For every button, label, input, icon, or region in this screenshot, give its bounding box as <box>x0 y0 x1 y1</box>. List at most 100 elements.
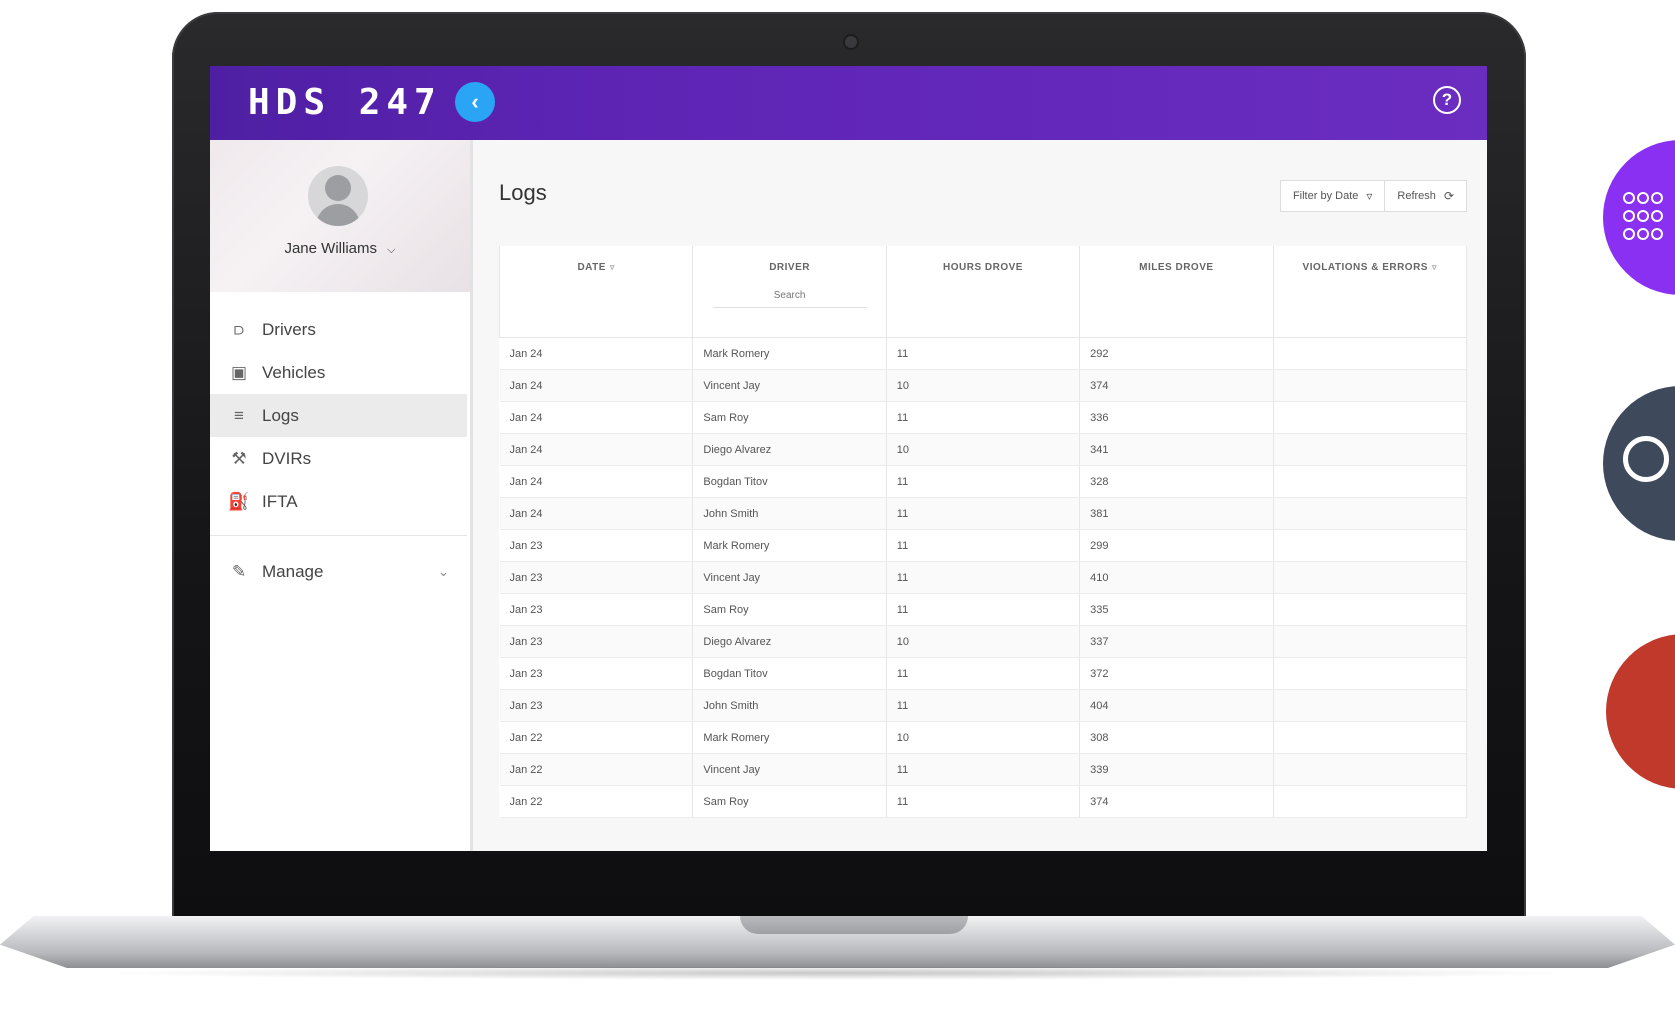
sidebar-item-ifta[interactable]: ⛽ IFTA <box>210 480 467 523</box>
sidebar-item-manage[interactable]: ✎ Manage ⌄ <box>210 550 467 593</box>
cell-hours: 10 <box>886 433 1081 466</box>
table-row[interactable]: Jan 22 Mark Romery 10 308 <box>499 721 1468 754</box>
cell-driver: Sam Roy <box>692 593 887 626</box>
help-button[interactable]: ? <box>1433 86 1461 114</box>
cell-date: Jan 24 <box>499 369 694 402</box>
filter-by-date-label: Filter by Date <box>1292 190 1359 202</box>
cell-violations <box>1273 401 1468 434</box>
cell-miles: 328 <box>1079 465 1274 498</box>
table-row[interactable]: Jan 22 Vincent Jay 11 339 <box>499 753 1468 786</box>
brand-logo: HDS 247 <box>248 82 442 123</box>
avatar-head <box>325 175 351 201</box>
ruler-pencil-icon: ✎ <box>231 561 247 581</box>
table-row[interactable]: Jan 24 Sam Roy 11 336 <box>499 401 1468 434</box>
filter-by-date-button[interactable]: Filter by Date ▿ <box>1281 181 1386 211</box>
grid-dots-icon <box>1623 192 1665 240</box>
logs-table: Date▿ Driver Hours Drove Miles Drove Vio… <box>498 246 1468 818</box>
cell-miles: 404 <box>1079 689 1274 722</box>
table-row[interactable]: Jan 23 Diego Alvarez 10 337 <box>499 625 1468 658</box>
cell-driver: Mark Romery <box>692 721 887 754</box>
driver-search-input[interactable] <box>712 283 867 308</box>
cell-hours: 10 <box>886 721 1081 754</box>
cell-driver: Diego Alvarez <box>692 433 887 466</box>
cell-miles: 372 <box>1079 657 1274 690</box>
refresh-button[interactable]: Refresh ⟳ <box>1385 181 1466 211</box>
table-row[interactable]: Jan 22 Sam Roy 11 374 <box>499 785 1468 818</box>
cell-date: Jan 23 <box>499 593 694 626</box>
cell-driver: Vincent Jay <box>692 369 887 402</box>
bus-icon: ▣ <box>230 362 248 382</box>
column-header-violations[interactable]: Violations & Errors ▿ <box>1272 246 1468 338</box>
table-row[interactable]: Jan 24 Bogdan Titov 11 328 <box>499 465 1468 498</box>
sidebar: Jane Williams ⌵ ⫐ Drivers ▣ Vehicles ≡ L… <box>210 140 473 851</box>
column-header-miles: Miles Drove <box>1079 246 1274 338</box>
page-title: Logs <box>499 180 547 205</box>
person-icon: ⫐ <box>234 319 244 339</box>
cell-date: Jan 24 <box>499 401 694 434</box>
cell-violations <box>1273 785 1468 818</box>
table-row[interactable]: Jan 23 Mark Romery 11 299 <box>499 529 1468 562</box>
search-fab[interactable] <box>1603 386 1675 541</box>
cell-miles: 339 <box>1079 753 1274 786</box>
cell-miles: 308 <box>1079 721 1274 754</box>
sidebar-item-drivers[interactable]: ⫐ Drivers <box>210 308 467 351</box>
table-row[interactable]: Jan 23 John Smith 11 404 <box>499 689 1468 722</box>
cell-date: Jan 23 <box>499 561 694 594</box>
profile-name: Jane Williams <box>284 240 377 257</box>
sidebar-item-dvirs[interactable]: ⚒ DVIRs <box>210 437 467 480</box>
cell-date: Jan 23 <box>499 625 694 658</box>
apps-fab[interactable] <box>1603 140 1675 295</box>
cell-driver: John Smith <box>692 689 887 722</box>
cell-miles: 299 <box>1079 529 1274 562</box>
refresh-label: Refresh <box>1397 190 1436 202</box>
sidebar-collapse-button[interactable]: ‹ <box>455 82 495 122</box>
filter-icon[interactable]: ▿ <box>610 262 615 272</box>
cell-violations <box>1273 433 1468 466</box>
action-fab[interactable] <box>1606 634 1675 789</box>
sidebar-item-vehicles[interactable]: ▣ Vehicles <box>210 351 467 394</box>
cell-hours: 11 <box>886 337 1081 370</box>
app-screen: HDS 247 ‹ ? Jane Williams ⌵ ⫐ Drivers ▣ … <box>210 66 1487 851</box>
table-row[interactable]: Jan 23 Bogdan Titov 11 372 <box>499 657 1468 690</box>
table-row[interactable]: Jan 23 Sam Roy 11 335 <box>499 593 1468 626</box>
column-header-date[interactable]: Date ▿ <box>498 246 694 338</box>
cell-hours: 11 <box>886 593 1081 626</box>
table-row[interactable]: Jan 24 Vincent Jay 10 374 <box>499 369 1468 402</box>
cell-violations <box>1273 529 1468 562</box>
table-row[interactable]: Jan 24 John Smith 11 381 <box>499 497 1468 530</box>
sidebar-item-label: IFTA <box>262 491 298 511</box>
cell-violations <box>1273 689 1468 722</box>
sidebar-nav: ⫐ Drivers ▣ Vehicles ≡ Logs ⚒ DVIRs ⛽ IF… <box>210 308 467 593</box>
help-circle-icon: ? <box>1441 90 1453 109</box>
sidebar-item-logs[interactable]: ≡ Logs <box>210 394 467 437</box>
chevron-down-icon: ⌵ <box>387 244 396 256</box>
cell-hours: 11 <box>886 785 1081 818</box>
cell-hours: 11 <box>886 401 1081 434</box>
cell-driver: Sam Roy <box>692 785 887 818</box>
cell-hours: 10 <box>886 369 1081 402</box>
cell-date: Jan 23 <box>499 657 694 690</box>
table-header-row: Date▿ Driver Hours Drove Miles Drove Vio… <box>498 246 1468 338</box>
nav-divider <box>210 535 467 536</box>
refresh-icon: ⟳ <box>1443 189 1454 203</box>
table-row[interactable]: Jan 23 Vincent Jay 11 410 <box>499 561 1468 594</box>
cell-driver: Bogdan Titov <box>692 657 887 690</box>
table-row[interactable]: Jan 24 Diego Alvarez 10 341 <box>499 433 1468 466</box>
wrench-icon: ⚒ <box>231 448 247 468</box>
cell-violations <box>1273 497 1468 530</box>
avatar-body <box>316 204 360 226</box>
camera-icon <box>845 36 857 48</box>
filter-icon[interactable]: ▿ <box>1432 262 1437 272</box>
cell-hours: 11 <box>886 497 1081 530</box>
app-header: HDS 247 ‹ ? <box>210 66 1487 140</box>
table-row[interactable]: Jan 24 Mark Romery 11 292 <box>499 337 1468 370</box>
sidebar-item-label: Manage <box>262 561 324 581</box>
cell-driver: Vincent Jay <box>692 561 887 594</box>
profile-menu[interactable]: Jane Williams ⌵ <box>210 240 470 257</box>
column-header-driver: Driver <box>692 246 887 338</box>
cell-driver: Diego Alvarez <box>692 625 887 658</box>
cell-hours: 11 <box>886 753 1081 786</box>
cell-date: Jan 24 <box>499 337 694 370</box>
cell-violations <box>1273 369 1468 402</box>
cell-miles: 337 <box>1079 625 1274 658</box>
